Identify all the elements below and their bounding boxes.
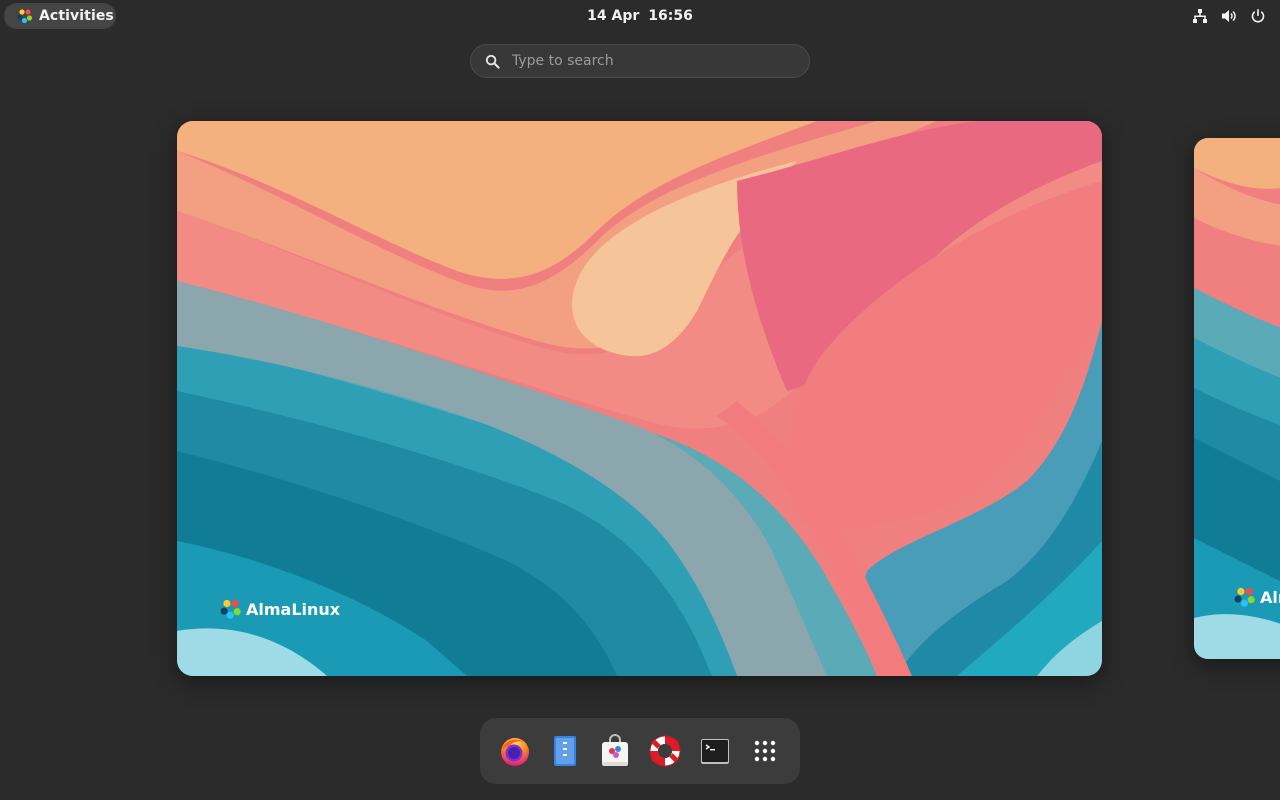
dash-item-show-apps[interactable] [745, 731, 785, 771]
almalinux-wallpaper-brand: AlmaLinux [1234, 586, 1280, 608]
desktop-wallpaper [1194, 138, 1280, 659]
almalinux-logo-icon [1234, 587, 1255, 607]
volume-icon[interactable] [1221, 8, 1237, 24]
activities-label: Activities [39, 8, 114, 24]
almalinux-wallpaper-brand: AlmaLinux [220, 598, 340, 620]
dash-item-terminal[interactable] [695, 731, 735, 771]
search-icon [485, 54, 500, 69]
dash [480, 718, 800, 784]
workspace-thumbnail-current[interactable]: AlmaLinux [177, 121, 1102, 676]
clock-time: 16:56 [648, 8, 693, 24]
search-bar[interactable] [470, 44, 810, 78]
search-input[interactable] [512, 45, 792, 77]
terminal-icon [701, 739, 729, 764]
show-apps-grid-icon [754, 740, 776, 762]
text-editor-icon [554, 736, 576, 766]
network-wired-icon[interactable] [1192, 8, 1208, 24]
activities-button[interactable]: Activities [4, 3, 116, 29]
dash-item-text-editor[interactable] [545, 731, 585, 771]
firefox-icon [501, 738, 529, 766]
brand-text: AlmaLinux [246, 599, 341, 619]
dash-item-firefox[interactable] [495, 731, 535, 771]
clock[interactable]: 14 Apr 16:56 [540, 0, 740, 32]
help-lifebuoy-icon [649, 735, 681, 767]
brand-text: AlmaLinux [1260, 587, 1280, 607]
almalinux-logo-icon [17, 9, 33, 24]
top-bar: Activities 14 Apr 16:56 [0, 0, 1280, 32]
software-center-icon [602, 734, 628, 766]
gnome-overview: Activities 14 Apr 16:56 Type to search A… [0, 0, 1280, 800]
dash-item-help[interactable] [645, 731, 685, 771]
almalinux-logo-icon [220, 599, 241, 619]
system-tray[interactable] [1179, 0, 1266, 32]
dash-item-software[interactable] [595, 731, 635, 771]
clock-date: 14 Apr [587, 8, 640, 24]
desktop-wallpaper [177, 121, 1102, 676]
workspace-thumbnail-next[interactable]: AlmaLinux [1194, 138, 1280, 659]
power-icon[interactable] [1250, 8, 1266, 24]
